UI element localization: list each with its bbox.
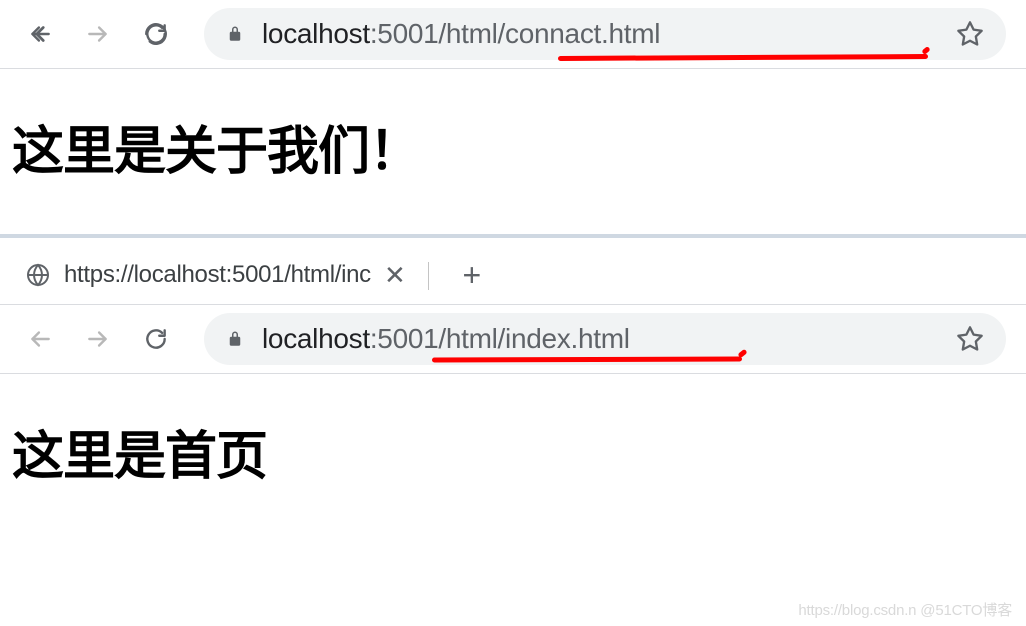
tab-bar: https://localhost:5001/html/inc ✕ + (0, 246, 1026, 304)
browser-window-2: https://localhost:5001/html/inc ✕ + loca… (0, 246, 1026, 539)
toolbar-2: localhost:5001/html/index.html (0, 305, 1026, 373)
browser-window-1: localhost:5001/html/connact.html 这里是关于我们… (0, 0, 1026, 234)
url-host-2: localhost (262, 323, 370, 354)
page-content-2: 这里是首页 (0, 374, 1026, 539)
address-bar-1[interactable]: localhost:5001/html/connact.html (204, 8, 1006, 60)
reload-button-2[interactable] (136, 319, 176, 359)
tab-title: https://localhost:5001/html/inc (64, 261, 371, 289)
url-path-1: :5001/html/connact.html (370, 18, 660, 49)
watermark-text: https://blog.csdn.n @51CTO博客 (798, 599, 1012, 620)
back-button[interactable] (20, 14, 60, 54)
url-text-2: localhost:5001/html/index.html (262, 323, 956, 355)
url-host-1: localhost (262, 18, 370, 49)
page-content-1: 这里是关于我们！ (0, 69, 1026, 234)
globe-icon (26, 263, 50, 287)
url-path-2: :5001/html/index.html (370, 323, 630, 354)
url-text-1: localhost:5001/html/connact.html (262, 18, 956, 50)
page-heading-2: 这里是首页 (12, 414, 1014, 489)
section-divider (0, 234, 1026, 238)
lock-icon-2 (226, 329, 244, 349)
new-tab-button[interactable]: + (457, 257, 487, 294)
tab-close-button[interactable]: ✕ (383, 260, 407, 291)
browser-tab[interactable]: https://localhost:5001/html/inc ✕ (14, 250, 419, 300)
reload-button[interactable] (136, 14, 176, 54)
page-heading-1: 这里是关于我们！ (12, 109, 1014, 184)
back-button-2[interactable] (20, 319, 60, 359)
lock-icon (226, 24, 244, 44)
bookmark-star-icon-2[interactable] (956, 325, 984, 353)
forward-button-2[interactable] (78, 319, 118, 359)
bookmark-star-icon[interactable] (956, 20, 984, 48)
forward-button[interactable] (78, 14, 118, 54)
